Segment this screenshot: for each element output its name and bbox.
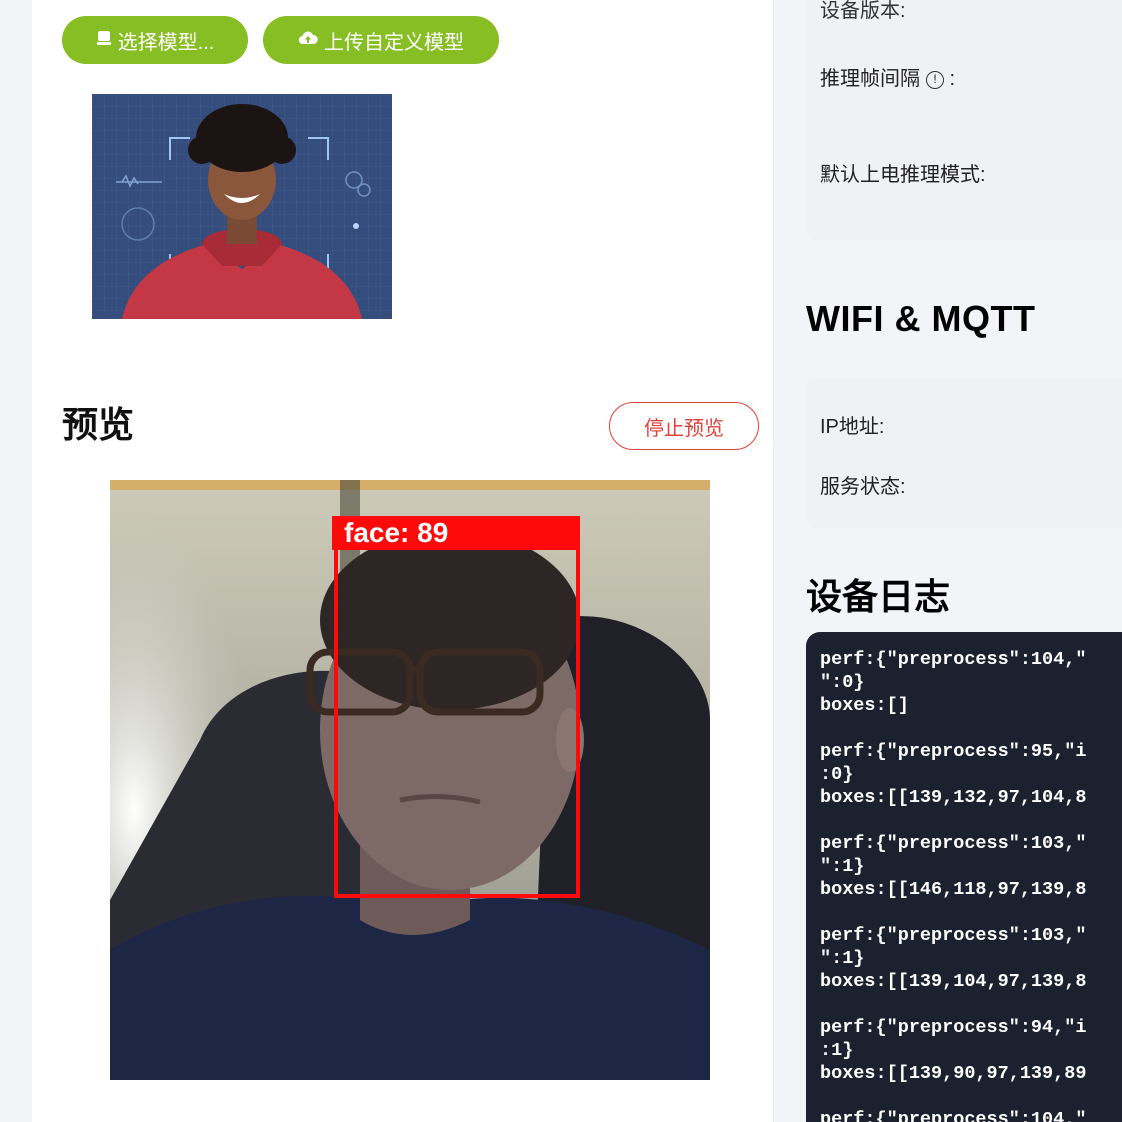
cloud-upload-icon <box>298 30 318 50</box>
log-line: perf:{"preprocess":104," <box>820 649 1087 670</box>
log-line: boxes:[[139,90,97,139,89 <box>820 1063 1087 1084</box>
wifi-mqtt-card: IP地址: 服务状态: <box>806 378 1122 528</box>
device-version-label: 设备版本: <box>820 0 906 22</box>
log-line: perf:{"preprocess":95,"i <box>820 741 1087 762</box>
log-line: boxes:[[139,132,97,104,8 <box>820 787 1087 808</box>
log-line: perf:{"preprocess":103," <box>820 833 1087 854</box>
stop-preview-button[interactable]: 停止预览 <box>609 402 759 450</box>
log-line: boxes:[[139,104,97,139,8 <box>820 971 1087 992</box>
log-line: perf:{"preprocess":103," <box>820 925 1087 946</box>
default-power-on-inference-mode-label: 默认上电推理模式: <box>820 164 986 186</box>
upload-custom-model-label: 上传自定义模型 <box>324 31 464 54</box>
inference-interval-label: 推理帧间隔 <box>820 68 920 90</box>
log-line: boxes:[] <box>820 695 909 716</box>
log-line: boxes:[[146,118,97,139,8 <box>820 879 1087 900</box>
service-status-label: 服务状态: <box>820 476 906 498</box>
camera-preview-feed: face: 89 <box>110 480 710 1080</box>
wifi-mqtt-title: WIFI & MQTT <box>806 298 1036 339</box>
log-line: :1} <box>820 1040 854 1061</box>
log-line: ":1} <box>820 948 865 969</box>
chip-icon <box>96 30 112 50</box>
ip-address-label: IP地址: <box>820 416 885 438</box>
select-model-label: 选择模型... <box>117 31 215 54</box>
model-thumbnail-image <box>92 94 392 319</box>
log-line: ":0} <box>820 672 865 693</box>
device-log-title: 设备日志 <box>806 576 951 617</box>
log-line: ":1} <box>820 856 865 877</box>
detection-bounding-box <box>334 520 580 898</box>
right-sidebar: 设备版本: 推理帧间隔! : 默认上电推理模式: WIFI & MQTT IP地… <box>806 0 1122 1122</box>
inference-interval-row: 推理帧间隔! : <box>820 68 956 90</box>
preview-title: 预览 <box>62 404 135 445</box>
log-line: :0} <box>820 764 854 785</box>
log-line: perf:{"preprocess":104," <box>820 1109 1087 1122</box>
device-log-console[interactable]: perf:{"preprocess":104," ":0} boxes:[] perf… <box>806 632 1122 1122</box>
upload-custom-model-button[interactable]: 上传自定义模型 <box>263 16 499 64</box>
detection-label: face: 89 <box>332 516 580 550</box>
log-line: perf:{"preprocess":94,"i <box>820 1017 1087 1038</box>
select-model-button[interactable]: 选择模型... <box>62 16 248 64</box>
device-settings-card: 设备版本: 推理帧间隔! : 默认上电推理模式: <box>806 0 1122 240</box>
info-circle-icon[interactable]: ! <box>926 70 944 89</box>
main-panel: 选择模型... 上传自定义模型 预览 停止预览 face: 89 <box>32 0 774 1122</box>
